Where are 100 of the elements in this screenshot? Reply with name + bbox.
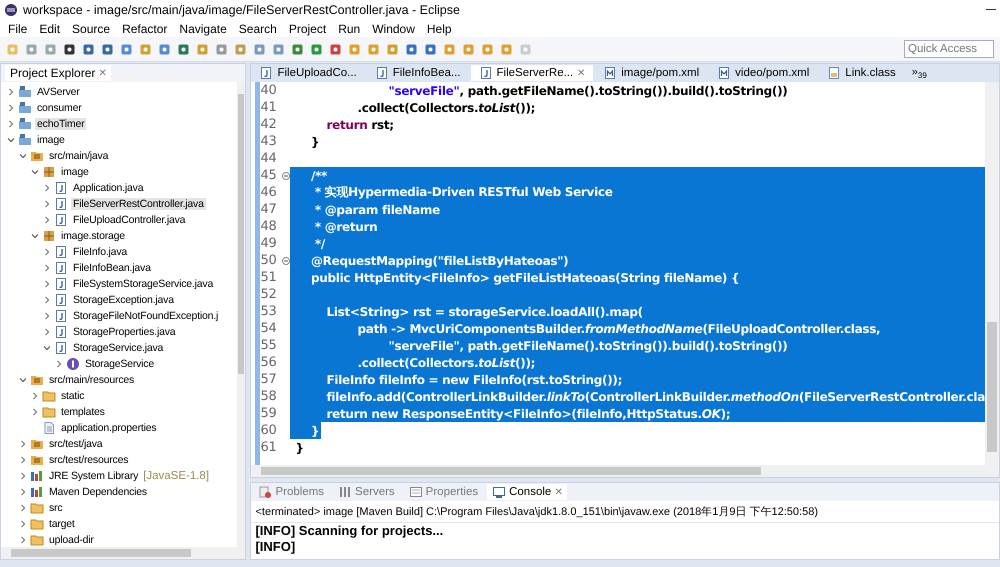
chevron-icon[interactable]	[31, 408, 39, 416]
tree-item[interactable]: consumer	[35, 102, 84, 114]
chevron-icon[interactable]	[55, 360, 63, 368]
chevron-icon[interactable]	[19, 520, 27, 528]
chevron-icon[interactable]	[31, 392, 39, 400]
menu-item[interactable]: Refactor	[116, 22, 174, 36]
editor-tab[interactable]: FileUploadCo...	[251, 65, 365, 81]
chevron-icon[interactable]	[19, 152, 27, 160]
chevron-icon[interactable]	[19, 376, 27, 384]
project-explorer-tab[interactable]: Project Explorer ✕	[5, 65, 112, 81]
editor-tab[interactable]: FileServerRe... ✕	[470, 65, 594, 81]
chevron-icon[interactable]	[43, 184, 51, 192]
chevron-icon[interactable]	[43, 296, 51, 304]
tree-item[interactable]: StorageFileNotFoundException.j	[71, 310, 220, 322]
menu-item[interactable]: Window	[366, 22, 421, 36]
editor-tab[interactable]: Link.class	[819, 65, 904, 81]
fold-icon[interactable]	[282, 172, 290, 180]
scrollbar[interactable]	[237, 82, 246, 547]
tree-item[interactable]: image	[35, 134, 67, 146]
fold-icon[interactable]	[282, 256, 290, 264]
close-icon[interactable]: ✕	[577, 67, 586, 79]
tree-item[interactable]: application.properties	[59, 422, 158, 434]
java-file-icon	[54, 325, 68, 339]
tree-item[interactable]: src/test/resources	[47, 454, 130, 466]
chevron-icon[interactable]	[43, 344, 51, 352]
chevron-icon[interactable]	[7, 104, 15, 112]
tree-item[interactable]: src	[47, 502, 64, 514]
more-tabs-button[interactable]: »$_{39}$	[906, 66, 927, 80]
tree-item[interactable]: image	[59, 166, 91, 178]
view-tab[interactable]: Console ✕	[487, 484, 568, 500]
chevron-icon[interactable]	[31, 168, 39, 176]
chevron-icon[interactable]	[43, 216, 51, 224]
line-number: 47	[260, 202, 278, 217]
tree-item[interactable]: StorageException.java	[71, 294, 176, 306]
chevron-icon[interactable]	[19, 488, 27, 496]
chevron-icon[interactable]	[43, 312, 51, 320]
horizontal-scrollbar[interactable]	[251, 465, 999, 477]
tree-item[interactable]: echoTimer	[35, 118, 86, 130]
tree-item[interactable]: target	[47, 518, 77, 530]
tree-item[interactable]: AVServer	[35, 86, 82, 98]
tree-item[interactable]: src/test/java	[47, 438, 104, 450]
view-tab[interactable]: Servers	[333, 484, 400, 500]
tree-item[interactable]: StorageService.java	[71, 342, 166, 354]
chevron-icon[interactable]	[19, 472, 27, 480]
tree-item[interactable]: StorageService	[83, 358, 156, 370]
menu-item[interactable]: Edit	[33, 22, 66, 36]
tree-item[interactable]: Application.java	[71, 182, 146, 194]
chevron-icon[interactable]	[7, 120, 15, 128]
tree-item[interactable]: JRE System Library	[47, 470, 140, 482]
editor-tab[interactable]: image/pom.xml	[595, 65, 708, 81]
menu-item[interactable]: Search	[232, 22, 283, 36]
chevron-icon[interactable]	[7, 136, 15, 144]
tree-item[interactable]: image.storage	[59, 230, 127, 242]
package-icon	[42, 229, 56, 243]
close-icon[interactable]: ✕	[98, 67, 106, 79]
tree-item[interactable]: FileInfoBean.java	[71, 262, 153, 274]
tree-item[interactable]: Maven Dependencies	[47, 486, 149, 498]
chevron-icon[interactable]	[43, 264, 51, 272]
tree-item[interactable]: templates	[59, 406, 107, 418]
view-tab[interactable]: Properties	[404, 484, 484, 500]
chevron-icon[interactable]	[19, 440, 27, 448]
menu-item[interactable]: File	[2, 22, 34, 36]
package-folder-icon	[30, 373, 44, 387]
tree-item[interactable]: src/main/resources	[47, 374, 136, 386]
console-line: [INFO]	[254, 539, 296, 555]
chevron-icon[interactable]	[19, 504, 27, 512]
menu-item[interactable]: Source	[66, 22, 116, 36]
chevron-icon[interactable]	[43, 280, 51, 288]
java-file-icon	[54, 245, 68, 259]
tree-item[interactable]: FileUploadController.java	[71, 214, 188, 226]
menu-item[interactable]: Run	[332, 22, 366, 36]
tree-item[interactable]: FileSystemStorageService.java	[71, 278, 216, 290]
close-icon[interactable]: ✕	[554, 486, 562, 498]
chevron-icon[interactable]	[31, 232, 39, 240]
tree-item[interactable]: FileServerRestController.java	[71, 198, 206, 210]
chevron-icon[interactable]	[43, 248, 51, 256]
chevron-icon[interactable]	[19, 536, 27, 544]
scrollbar[interactable]	[985, 82, 999, 465]
tree-item[interactable]: static	[59, 390, 86, 402]
code-line: }	[294, 440, 305, 456]
menu-item[interactable]: Project	[282, 22, 332, 36]
tree-item[interactable]: upload-dir	[47, 534, 96, 546]
line-number: 54	[260, 321, 278, 336]
horizontal-scrollbar[interactable]	[1, 547, 246, 559]
editor-tab[interactable]: FileInfoBea...	[366, 65, 468, 81]
chevron-icon[interactable]	[7, 88, 15, 96]
minimize-icon[interactable]	[986, 8, 996, 12]
tree-item[interactable]: StorageProperties.java	[71, 326, 178, 338]
chevron-icon[interactable]	[43, 328, 51, 336]
tree-item[interactable]: FileInfo.java	[71, 246, 130, 258]
menu-item[interactable]: Help	[420, 22, 458, 36]
quick-access-field[interactable]: Quick Access	[904, 40, 994, 58]
chevron-icon[interactable]	[43, 200, 51, 208]
menu-item[interactable]: Navigate	[173, 22, 233, 36]
java-file-icon	[54, 293, 68, 307]
chevron-icon[interactable]	[19, 456, 27, 464]
editor-tab[interactable]: video/pom.xml	[709, 65, 818, 81]
code-line: "serveFile", path.getFileName().toString()).build().toString())	[388, 82, 788, 99]
view-tab[interactable]: Problems	[253, 484, 330, 500]
tree-item[interactable]: src/main/java	[47, 150, 110, 162]
